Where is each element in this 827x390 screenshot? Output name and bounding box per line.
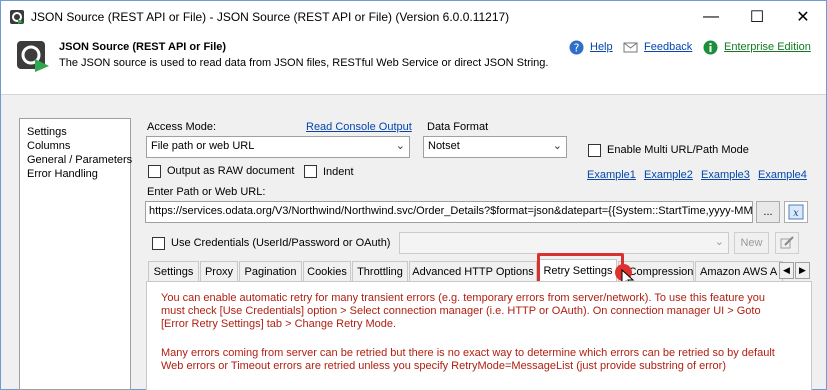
expression-icon: x xyxy=(788,204,804,220)
title-bar: JSON Source (REST API or File) - JSON So… xyxy=(1,1,826,33)
minimize-button[interactable]: — xyxy=(688,1,734,33)
tab-settings[interactable]: Settings xyxy=(148,261,199,281)
svg-text:?: ? xyxy=(574,42,580,55)
path-url-input[interactable]: https://services.odata.org/V3/Northwind/… xyxy=(145,201,753,223)
tab-cookies[interactable]: Cookies xyxy=(303,261,351,281)
feedback-link[interactable]: Feedback xyxy=(644,41,692,53)
dropdown-arrow-icon: ⌄ xyxy=(395,140,405,152)
dialog-window: JSON Source (REST API or File) - JSON So… xyxy=(0,0,827,390)
retry-settings-panel: You can enable automatic retry for many … xyxy=(146,281,812,390)
edit-icon xyxy=(780,236,794,249)
browse-button[interactable]: ... xyxy=(756,201,780,223)
dropdown-arrow-icon: ⌄ xyxy=(714,236,724,248)
edit-connection-button[interactable] xyxy=(775,232,799,254)
new-connection-button[interactable]: New xyxy=(734,232,769,254)
retry-settings-highlight xyxy=(537,253,624,284)
sidebar-item-general-parameters[interactable]: General / Parameters xyxy=(27,153,132,167)
tab-throttling[interactable]: Throttling xyxy=(352,261,408,281)
example4-link[interactable]: Example4 xyxy=(758,169,807,181)
expression-button[interactable]: x xyxy=(784,201,808,223)
tab-scroll-right-button[interactable]: ▶ xyxy=(795,262,810,279)
access-mode-select[interactable]: File path or web URL ⌄ xyxy=(146,136,410,158)
use-credentials-label: Use Credentials (UserId/Password or OAut… xyxy=(171,237,391,249)
tab-advanced-http-options[interactable]: Advanced HTTP Options xyxy=(409,261,537,281)
data-format-value: Notset xyxy=(428,140,460,152)
connection-manager-select[interactable]: ⌄ xyxy=(399,232,729,254)
access-mode-value: File path or web URL xyxy=(151,140,255,152)
sidebar-item-settings[interactable]: Settings xyxy=(27,125,130,139)
help-link[interactable]: Help xyxy=(590,41,613,53)
tab-amazon-aws[interactable]: Amazon AWS A xyxy=(695,261,783,281)
sidebar-nav: Settings Columns General / Parameters Er… xyxy=(19,118,132,390)
edition-link[interactable]: Enterprise Edition xyxy=(724,41,811,53)
tab-proxy[interactable]: Proxy xyxy=(200,261,238,281)
header-title: JSON Source (REST API or File) xyxy=(59,41,227,53)
use-credentials-checkbox[interactable] xyxy=(152,237,165,250)
example2-link[interactable]: Example2 xyxy=(644,169,693,181)
dropdown-arrow-icon: ⌄ xyxy=(552,140,562,152)
multi-url-checkbox[interactable] xyxy=(588,144,601,157)
output-raw-label: Output as RAW document xyxy=(167,165,295,177)
data-format-label: Data Format xyxy=(427,121,489,133)
sidebar-item-error-handling[interactable]: Error Handling xyxy=(27,167,130,181)
retry-info-paragraph-2: Many errors coming from server can be re… xyxy=(161,347,775,372)
window-title: JSON Source (REST API or File) - JSON So… xyxy=(31,10,510,24)
settings-tabs: Settings Proxy Pagination Cookies Thrott… xyxy=(146,259,812,281)
svg-text:x: x xyxy=(793,208,799,219)
output-raw-checkbox[interactable] xyxy=(148,165,161,178)
sidebar-item-columns[interactable]: Columns xyxy=(27,139,130,153)
header-description: The JSON source is used to read data fro… xyxy=(59,57,549,69)
example1-link[interactable]: Example1 xyxy=(587,169,636,181)
app-icon xyxy=(17,41,49,72)
close-button[interactable]: ✕ xyxy=(780,1,826,33)
example3-link[interactable]: Example3 xyxy=(701,169,750,181)
maximize-button[interactable]: ☐ xyxy=(734,1,780,33)
data-format-select[interactable]: Notset ⌄ xyxy=(423,136,567,158)
info-icon xyxy=(703,40,718,55)
indent-label: Indent xyxy=(323,166,354,178)
indent-checkbox[interactable] xyxy=(304,165,317,178)
access-mode-label: Access Mode: xyxy=(147,121,217,133)
path-label: Enter Path or Web URL: xyxy=(147,186,266,198)
tab-scroll-left-button[interactable]: ◀ xyxy=(779,262,794,279)
app-icon xyxy=(10,10,24,24)
retry-info-paragraph-1: You can enable automatic retry for many … xyxy=(161,292,766,330)
feedback-icon[interactable] xyxy=(623,40,638,55)
multi-url-label: Enable Multi URL/Path Mode xyxy=(607,144,749,156)
tab-pagination[interactable]: Pagination xyxy=(239,261,302,281)
header-banner: JSON Source (REST API or File) The JSON … xyxy=(1,33,826,95)
help-icon[interactable]: ? xyxy=(569,40,584,55)
read-console-output-link[interactable]: Read Console Output xyxy=(306,121,412,133)
